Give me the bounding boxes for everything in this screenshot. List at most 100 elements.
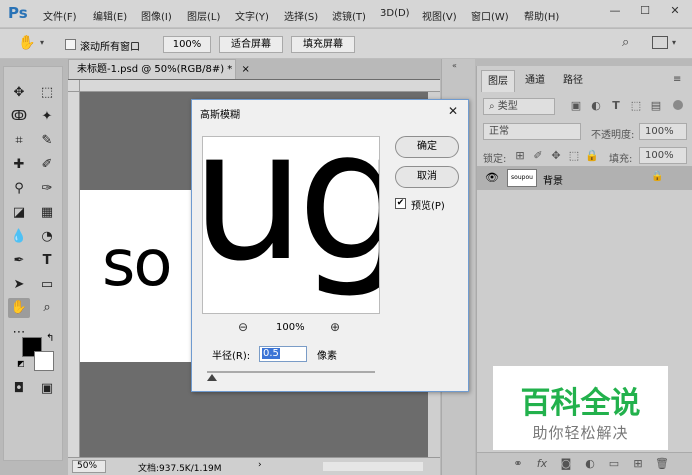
menu-3d[interactable]: 3D(D) [380, 8, 410, 19]
menu-edit[interactable]: 编辑(E) [93, 8, 127, 23]
filter-toggle-icon[interactable] [673, 100, 683, 110]
lock-artboard-icon[interactable]: ⬚ [567, 149, 581, 162]
blend-mode-select[interactable]: 正常 [483, 123, 581, 140]
document-close-icon[interactable]: × [241, 64, 249, 75]
zoom-in-icon[interactable]: ⊕ [330, 320, 340, 334]
opacity-field[interactable]: 100% [639, 123, 687, 140]
filter-type-icon[interactable]: T [609, 99, 623, 112]
magic-wand-tool-icon[interactable]: ✦ [36, 107, 58, 127]
dodge-tool-icon[interactable]: ◔ [36, 227, 58, 247]
menu-filter[interactable]: 滤镜(T) [332, 8, 366, 23]
dialog-close-icon[interactable]: ✕ [444, 103, 462, 119]
default-colors-icon[interactable]: ◩ [17, 359, 25, 368]
filter-adjustment-icon[interactable]: ◐ [589, 99, 603, 112]
lasso-tool-icon[interactable]: ↂ [8, 107, 30, 127]
background-color-swatch[interactable] [34, 351, 54, 371]
menu-view[interactable]: 视图(V) [422, 8, 457, 23]
scroll-all-windows-label: 滚动所有窗口 [80, 42, 140, 53]
layer-row-background[interactable]: 👁 soupou 背景 🔒 [477, 166, 692, 190]
lock-transparent-icon[interactable]: ⊞ [513, 149, 527, 162]
zoom-tool-icon[interactable]: ⌕ [36, 298, 58, 318]
eyedropper-tool-icon[interactable]: ✎ [36, 131, 58, 151]
document-tab-title: 未标题-1.psd @ 50%(RGB/8#) * [77, 64, 233, 75]
layer-filter-label: 类型 [497, 101, 518, 112]
blur-preview[interactable]: ug [202, 136, 380, 314]
new-layer-icon[interactable]: ⊞ [631, 457, 645, 470]
cancel-button[interactable]: 取消 [395, 166, 459, 188]
swap-colors-icon[interactable]: ↰ [46, 333, 54, 344]
blur-tool-icon[interactable]: 💧 [8, 227, 30, 247]
lock-image-icon[interactable]: ✐ [531, 149, 545, 162]
quick-mask-icon[interactable]: ◘ [8, 379, 30, 399]
eraser-tool-icon[interactable]: ◪ [8, 203, 30, 223]
delete-layer-icon[interactable]: 🗑 [655, 457, 669, 470]
filter-pixel-icon[interactable]: ▣ [569, 99, 583, 112]
adjustment-layer-icon[interactable]: ◐ [583, 457, 597, 470]
maximize-button[interactable]: ☐ [636, 4, 654, 18]
status-document-size: 文档:937.5K/1.19M [138, 464, 222, 474]
ok-button[interactable]: 确定 [395, 136, 459, 158]
scroll-all-windows-checkbox[interactable] [65, 39, 76, 50]
screen-mode-icon[interactable]: ▣ [36, 379, 58, 399]
lock-position-icon[interactable]: ✥ [549, 149, 563, 162]
crop-tool-icon[interactable]: ⌗ [8, 131, 30, 151]
filter-smart-object-icon[interactable]: ▤ [649, 99, 663, 112]
workspace-chevron-icon[interactable]: ▾ [672, 38, 676, 47]
radius-slider-track[interactable] [207, 371, 375, 373]
panel-menu-icon[interactable]: ≡ [673, 74, 681, 85]
zoom-out-icon[interactable]: ⊖ [238, 320, 248, 334]
collapse-panel-icon[interactable]: « [452, 61, 457, 70]
zoom-100-button[interactable]: 100% [163, 36, 211, 53]
menu-window[interactable]: 窗口(W) [471, 8, 509, 23]
gradient-tool-icon[interactable]: ▦ [36, 203, 58, 223]
add-mask-icon[interactable]: ◙ [559, 457, 573, 470]
move-tool-icon[interactable]: ✥ [8, 83, 30, 103]
hand-tool-icon[interactable]: ✋ [18, 35, 35, 51]
status-arrow-icon[interactable]: › [258, 460, 262, 470]
fill-field[interactable]: 100% [639, 147, 687, 164]
document-tab[interactable]: 未标题-1.psd @ 50%(RGB/8#) * × [68, 59, 250, 79]
menu-file[interactable]: 文件(F) [43, 8, 77, 23]
menu-type[interactable]: 文字(Y) [235, 8, 269, 23]
menu-image[interactable]: 图像(I) [141, 8, 172, 23]
layer-name[interactable]: 背景 [543, 172, 563, 187]
type-tool-icon[interactable]: T [36, 251, 58, 271]
fit-screen-button[interactable]: 适合屏幕 [219, 36, 283, 53]
link-layers-icon[interactable]: ⚭ [511, 457, 525, 470]
menu-help[interactable]: 帮助(H) [524, 8, 559, 23]
menu-select[interactable]: 选择(S) [284, 8, 318, 23]
brush-tool-icon[interactable]: ✐ [36, 155, 58, 175]
fill-screen-button[interactable]: 填充屏幕 [291, 36, 355, 53]
ruler-corner [68, 80, 80, 92]
radius-unit: 像素 [317, 351, 337, 362]
pen-tool-icon[interactable]: ✒ [8, 251, 30, 271]
tool-preset-chevron-icon[interactable]: ▾ [40, 38, 44, 47]
new-group-icon[interactable]: ▭ [607, 457, 621, 470]
filter-shape-icon[interactable]: ⬚ [629, 99, 643, 112]
layer-style-icon[interactable]: fx [535, 457, 549, 470]
path-selection-tool-icon[interactable]: ➤ [8, 275, 30, 295]
minimize-button[interactable]: — [606, 4, 624, 18]
menu-layer[interactable]: 图层(L) [187, 8, 220, 23]
clone-stamp-tool-icon[interactable]: ⚲ [8, 179, 30, 199]
lock-all-icon[interactable]: 🔒 [585, 149, 599, 162]
close-window-button[interactable]: ✕ [666, 4, 684, 18]
search-icon[interactable]: ⌕ [622, 35, 629, 50]
history-brush-tool-icon[interactable]: ✑ [36, 179, 58, 199]
layer-filter-select[interactable]: ⌕ 类型 [483, 98, 555, 115]
hand-tool-active-icon[interactable]: ✋ [8, 298, 30, 318]
preview-checkbox[interactable]: ✔ [395, 198, 406, 209]
layer-visibility-eye-icon[interactable]: 👁 [485, 171, 499, 184]
watermark: 百科全说 助你轻松解决 [493, 366, 668, 450]
radius-slider-thumb[interactable] [207, 374, 217, 381]
horizontal-scrollbar[interactable] [323, 462, 423, 471]
tab-channels[interactable]: 通道 [519, 70, 551, 92]
workspace-icon[interactable] [652, 36, 668, 49]
tab-layers[interactable]: 图层 [481, 70, 515, 92]
status-zoom-field[interactable]: 50% [72, 460, 106, 473]
healing-brush-tool-icon[interactable]: ✚ [8, 155, 30, 175]
marquee-tool-icon[interactable]: ⬚ [36, 83, 58, 103]
rectangle-tool-icon[interactable]: ▭ [36, 275, 58, 295]
radius-input[interactable]: 0.5 [259, 346, 307, 362]
tab-paths[interactable]: 路径 [557, 70, 589, 92]
